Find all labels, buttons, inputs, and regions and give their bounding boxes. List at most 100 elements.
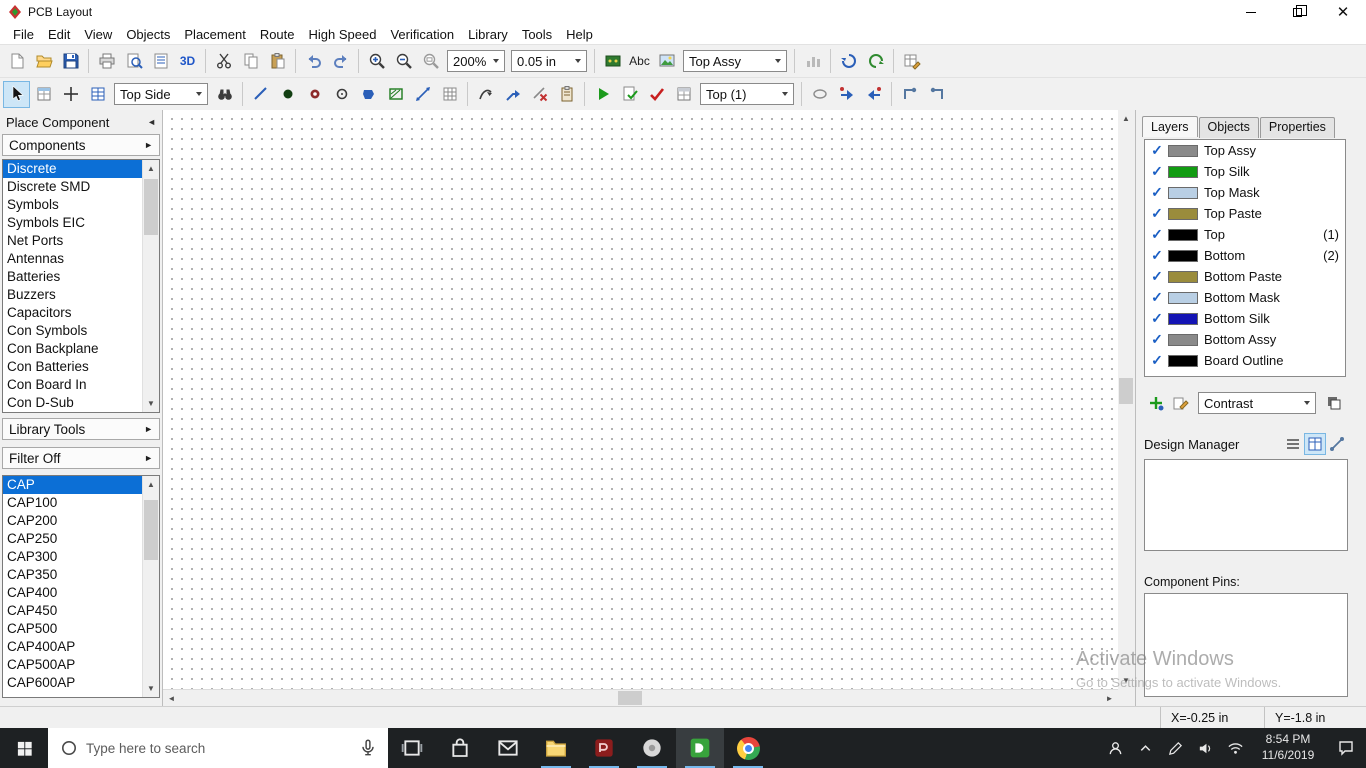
dm-table-view-button[interactable]: [1304, 433, 1326, 455]
undo-button[interactable]: [300, 48, 327, 75]
layer-visibility-checkbox[interactable]: ✓: [1148, 184, 1166, 201]
part-list-item[interactable]: CAP200: [3, 512, 142, 530]
layer-color-swatch[interactable]: [1168, 165, 1198, 178]
edit-layer-button[interactable]: [1168, 391, 1192, 415]
category-list-item[interactable]: Con D-Sub: [3, 394, 142, 412]
layer-visibility-checkbox[interactable]: ✓: [1148, 289, 1166, 306]
taskbar-app-pcb-layout[interactable]: [676, 728, 724, 768]
part-list-scrollbar[interactable]: ▲ ▼: [142, 476, 159, 697]
menu-item[interactable]: Objects: [119, 25, 177, 44]
start-button[interactable]: [0, 728, 48, 768]
panel-tab[interactable]: Layers: [1142, 116, 1198, 137]
scroll-up-icon[interactable]: ▲: [143, 476, 159, 493]
layer-row[interactable]: ✓ Bottom Assy: [1145, 329, 1345, 350]
contrast-select[interactable]: Contrast: [1198, 392, 1316, 414]
people-button[interactable]: [1100, 728, 1130, 768]
scroll-up-icon[interactable]: ▲: [1118, 110, 1134, 127]
search-input[interactable]: [86, 740, 348, 756]
category-list-item[interactable]: Con Batteries: [3, 358, 142, 376]
category-list-item[interactable]: Symbols: [3, 196, 142, 214]
category-list-item[interactable]: Con Board In: [3, 376, 142, 394]
category-list-item[interactable]: Symbols EIC: [3, 214, 142, 232]
select-tool-button[interactable]: [3, 80, 30, 108]
layer-visibility-checkbox[interactable]: ✓: [1148, 205, 1166, 222]
action-center-button[interactable]: [1326, 728, 1366, 768]
category-list-item[interactable]: Buzzers: [3, 286, 142, 304]
component-edit-button[interactable]: [898, 48, 925, 75]
part-list-item[interactable]: CAP250: [3, 530, 142, 548]
canvas-horizontal-scrollbar[interactable]: ◄ ►: [163, 689, 1118, 706]
scroll-right-icon[interactable]: ►: [1101, 690, 1118, 706]
next-error-button[interactable]: [833, 81, 860, 108]
layer-pair-button[interactable]: [896, 81, 923, 108]
task-view-button[interactable]: [388, 728, 436, 768]
microphone-icon[interactable]: [358, 738, 378, 758]
part-list-item[interactable]: CAP400AP: [3, 638, 142, 656]
layer-row[interactable]: ✓ Bottom Paste: [1145, 266, 1345, 287]
part-list-item[interactable]: CAP500: [3, 620, 142, 638]
canvas-vertical-scrollbar[interactable]: ▲ ▼: [1118, 110, 1135, 689]
components-button[interactable]: Components ►: [2, 134, 160, 156]
part-list-item[interactable]: CAP400: [3, 584, 142, 602]
menu-item[interactable]: Placement: [177, 25, 252, 44]
taskbar-app-chrome[interactable]: [724, 728, 772, 768]
category-list-item[interactable]: Net Ports: [3, 232, 142, 250]
panel-tab[interactable]: Objects: [1198, 117, 1259, 138]
scroll-down-icon[interactable]: ▼: [1118, 672, 1134, 689]
menu-item[interactable]: Route: [253, 25, 302, 44]
place-fill-button[interactable]: [355, 81, 382, 108]
layer-row[interactable]: ✓ Bottom (2): [1145, 245, 1345, 266]
pcb-canvas[interactable]: [163, 110, 1118, 689]
find-button[interactable]: [211, 81, 238, 108]
volume-tray-button[interactable]: [1190, 728, 1220, 768]
update-from-schematic-button[interactable]: [835, 48, 862, 75]
zoom-in-button[interactable]: [363, 48, 390, 75]
open-button[interactable]: [30, 48, 57, 75]
network-tray-button[interactable]: [1220, 728, 1250, 768]
zoom-window-button[interactable]: [417, 48, 444, 75]
taskbar-app-launcher[interactable]: [628, 728, 676, 768]
place-via-button[interactable]: [301, 81, 328, 108]
layer-visibility-checkbox[interactable]: ✓: [1148, 352, 1166, 369]
layer-color-swatch[interactable]: [1168, 312, 1198, 325]
layer-row[interactable]: ✓ Bottom Mask: [1145, 287, 1345, 308]
taskbar-app-store[interactable]: [436, 728, 484, 768]
scroll-up-icon[interactable]: ▲: [143, 160, 159, 177]
part-list-item[interactable]: CAP100: [3, 494, 142, 512]
scroll-thumb[interactable]: [618, 691, 642, 705]
place-line-button[interactable]: [247, 81, 274, 108]
test-point-button[interactable]: [923, 81, 950, 108]
menu-item[interactable]: High Speed: [302, 25, 384, 44]
menu-item[interactable]: Library: [461, 25, 515, 44]
menu-item[interactable]: Edit: [41, 25, 77, 44]
collapse-panel-icon[interactable]: ◄: [147, 117, 156, 127]
layer-color-swatch[interactable]: [1168, 228, 1198, 241]
layer-visibility-checkbox[interactable]: ✓: [1148, 142, 1166, 159]
component-pins-list[interactable]: [1144, 593, 1348, 697]
category-list-scrollbar[interactable]: ▲ ▼: [142, 160, 159, 412]
minimize-button[interactable]: [1228, 0, 1274, 24]
taskbar-app-file-explorer[interactable]: [532, 728, 580, 768]
unroute-button[interactable]: [526, 81, 553, 108]
copy-button[interactable]: [237, 48, 264, 75]
layer-visibility-checkbox[interactable]: ✓: [1148, 268, 1166, 285]
place-pad-button[interactable]: [274, 81, 301, 108]
category-list-item[interactable]: Batteries: [3, 268, 142, 286]
view-3d-button[interactable]: 3D: [174, 48, 201, 75]
part-list-item[interactable]: CAP300: [3, 548, 142, 566]
layer-row[interactable]: ✓ Board Outline: [1145, 350, 1345, 371]
menu-item[interactable]: View: [77, 25, 119, 44]
category-list-item[interactable]: Antennas: [3, 250, 142, 268]
save-button[interactable]: [57, 48, 84, 75]
layer-color-swatch[interactable]: [1168, 354, 1198, 367]
hidden-icons-button[interactable]: [1130, 728, 1160, 768]
close-button[interactable]: ✕: [1320, 0, 1366, 24]
picture-button[interactable]: [653, 48, 680, 75]
layer-row[interactable]: ✓ Bottom Silk: [1145, 308, 1345, 329]
library-tools-button[interactable]: Library Tools ►: [2, 418, 160, 440]
side-select[interactable]: Top Side: [114, 83, 208, 105]
layer-visibility-checkbox[interactable]: ✓: [1148, 310, 1166, 327]
layer-color-swatch[interactable]: [1168, 144, 1198, 157]
text-tool-button[interactable]: Abc: [626, 48, 653, 75]
taskbar-clock[interactable]: 8:54 PM 11/6/2019: [1250, 728, 1326, 768]
